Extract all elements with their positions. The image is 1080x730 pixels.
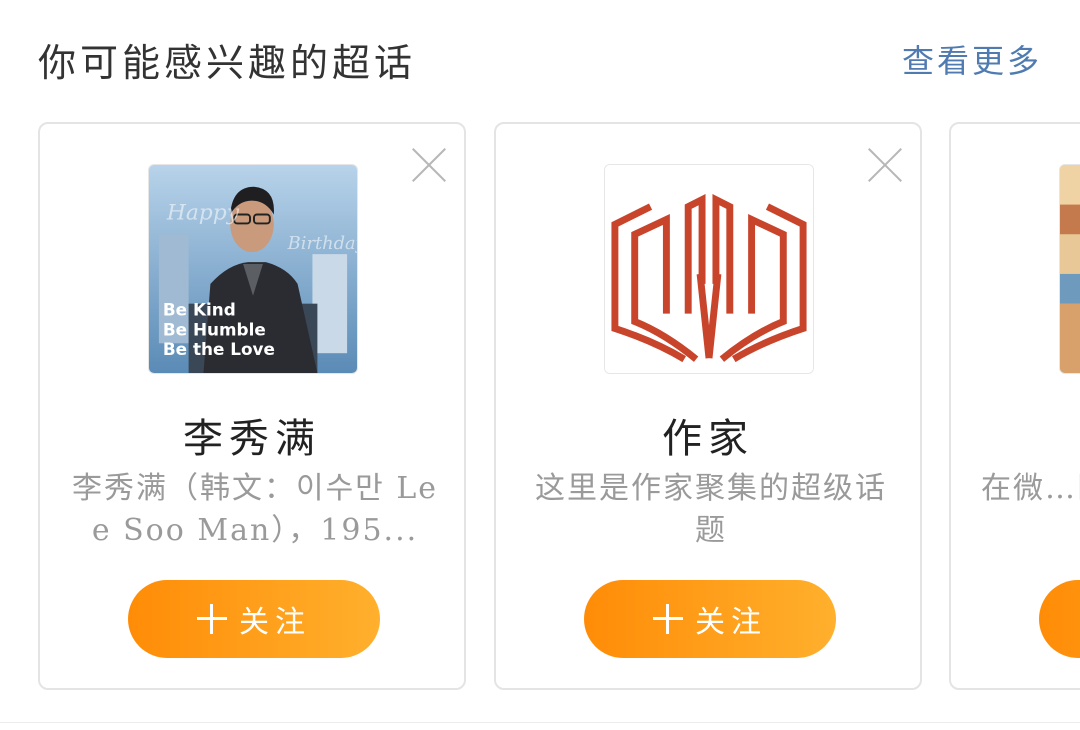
avatar-text: Be the Love (163, 339, 275, 359)
avatar-image (1060, 165, 1080, 373)
writer-logo-icon (605, 165, 813, 373)
supertopic-card[interactable]: 作家 这里是作家聚集的超级话题 关注 (494, 122, 922, 690)
avatar-text: Be Kind (163, 300, 236, 320)
avatar[interactable] (1059, 164, 1080, 374)
supertopic-name[interactable]: 作家 (496, 406, 920, 464)
avatar-image: Happy Birthday! Be Kind Be Humble Be the… (149, 165, 357, 373)
plus-icon (653, 604, 683, 634)
plus-icon (197, 604, 227, 634)
avatar[interactable]: Happy Birthday! Be Kind Be Humble Be the… (148, 164, 358, 374)
divider (0, 722, 1080, 723)
follow-button[interactable] (1039, 580, 1080, 658)
avatar[interactable] (604, 164, 814, 374)
follow-label: 关注 (239, 605, 311, 640)
follow-button[interactable]: 关注 (128, 580, 380, 658)
supertopic-card[interactable]: Happy Birthday! Be Kind Be Humble Be the… (38, 122, 466, 690)
avatar-text: Be Humble (163, 319, 266, 339)
close-icon[interactable] (868, 148, 902, 182)
supertopic-name[interactable]: 李秀满 (40, 406, 464, 464)
close-icon[interactable] (412, 148, 446, 182)
section-header: 你可能感兴趣的超话 查看更多 (0, 0, 1080, 110)
follow-button[interactable]: 关注 (584, 580, 836, 658)
section-title: 你可能感兴趣的超话 (38, 41, 417, 85)
follow-label: 关注 (695, 605, 767, 640)
supertopic-description: 李秀满（韩文：이수만 Lee Soo Man），195... (71, 471, 438, 548)
supertopic-description: 在微…区，… (981, 471, 1080, 506)
avatar-text: Happy (166, 200, 240, 225)
supertopic-card-list[interactable]: Happy Birthday! Be Kind Be Humble Be the… (0, 122, 1080, 694)
supertopic-description: 这里是作家聚集的超级话题 (535, 471, 887, 548)
avatar-text: Birthday! (287, 233, 357, 254)
see-more-link[interactable]: 查看更多 (902, 36, 1042, 82)
supertopic-card[interactable]: 在微…区，… (949, 122, 1080, 690)
